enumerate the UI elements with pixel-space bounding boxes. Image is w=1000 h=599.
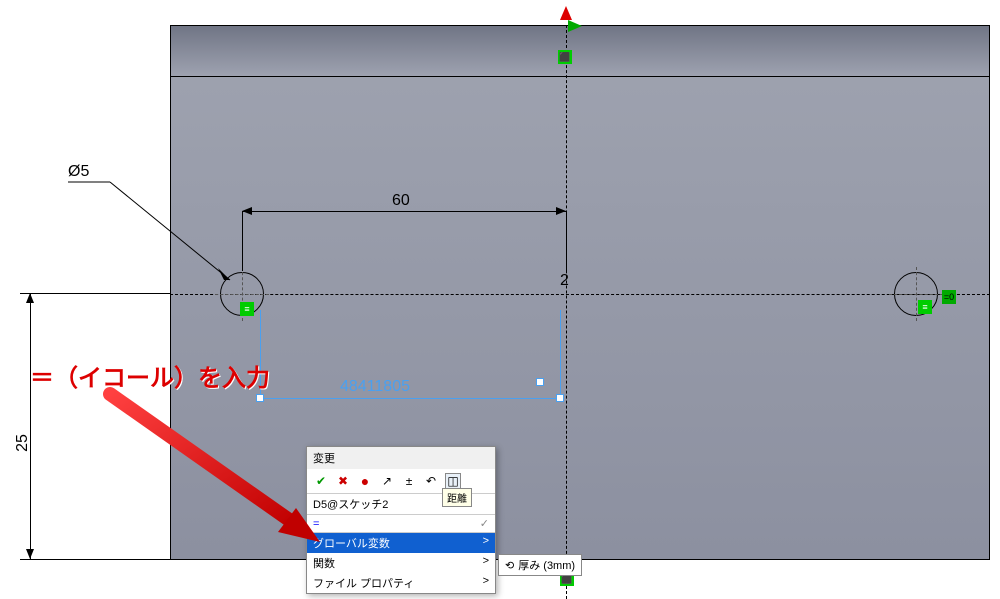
instruction-annotation: ＝（イコール）を入力	[30, 358, 270, 393]
dialog-title: 変更	[307, 447, 495, 469]
dim-60-value[interactable]: 60	[392, 192, 410, 210]
dropdown-label: ファイル プロパティ	[313, 575, 414, 591]
dropdown-label: 関数	[313, 555, 335, 571]
flyout-label: 厚み (3mm)	[518, 557, 575, 573]
dropdown-item-file-props[interactable]: ファイル プロパティ >	[307, 573, 495, 593]
dim-60-line	[242, 211, 566, 212]
dim-25-line	[30, 293, 31, 559]
global-variable-flyout[interactable]: ⟲ 厚み (3mm)	[498, 554, 582, 576]
chevron-right-icon: >	[483, 535, 489, 551]
dim-2-value[interactable]: 2	[560, 272, 569, 290]
dropdown-item-global-vars[interactable]: グローバル変数 >	[307, 533, 495, 553]
annotation-arrow	[100, 384, 330, 554]
modify-dimension-dialog[interactable]: 変更 ✔ ✖ ● ↗ ± ↶ ◫ D5@スケッチ2 = ✓ グローバル変数 > …	[306, 446, 496, 594]
distance-mode-icon[interactable]: ◫	[445, 473, 461, 489]
undo-icon[interactable]: ↶	[423, 473, 439, 489]
dim-ext-line	[20, 559, 180, 560]
chevron-right-icon: >	[483, 575, 489, 591]
dim-25-value[interactable]: 25	[14, 434, 32, 452]
dimension-value-input[interactable]: = ✓	[307, 514, 495, 532]
input-accept-icon[interactable]: ✓	[480, 517, 489, 530]
cancel-icon[interactable]: ✖	[335, 473, 351, 489]
link-icon: ⟲	[505, 559, 514, 572]
tooltip: 距離	[442, 488, 472, 507]
active-ext-line	[560, 310, 561, 398]
dropdown-item-functions[interactable]: 関数 >	[307, 553, 495, 573]
reverse-icon[interactable]: ↗	[379, 473, 395, 489]
coincident-relation-icon[interactable]: ⬛	[558, 50, 572, 64]
centerline-horizontal	[170, 294, 990, 295]
stoplight-icon[interactable]: ●	[357, 473, 373, 489]
chevron-right-icon: >	[483, 555, 489, 571]
dim-ext-line	[566, 211, 567, 271]
active-dim-ghost-value: 48411805	[340, 378, 410, 396]
equation-dropdown[interactable]: グローバル変数 > 関数 > ファイル プロパティ >	[307, 532, 495, 593]
diameter-leader-line	[60, 180, 260, 310]
diameter-dimension-label[interactable]: Ø5	[68, 163, 89, 181]
relation-eq-icon[interactable]: =0	[942, 290, 956, 304]
sketch-handle[interactable]	[536, 378, 544, 386]
centerline-vertical	[566, 25, 567, 599]
part-chamfer	[171, 26, 989, 76]
part-top-edge	[171, 76, 989, 77]
sketch-handle[interactable]	[556, 394, 564, 402]
relation-badge-right[interactable]: ≡	[918, 300, 932, 314]
tolerance-icon[interactable]: ±	[401, 473, 417, 489]
